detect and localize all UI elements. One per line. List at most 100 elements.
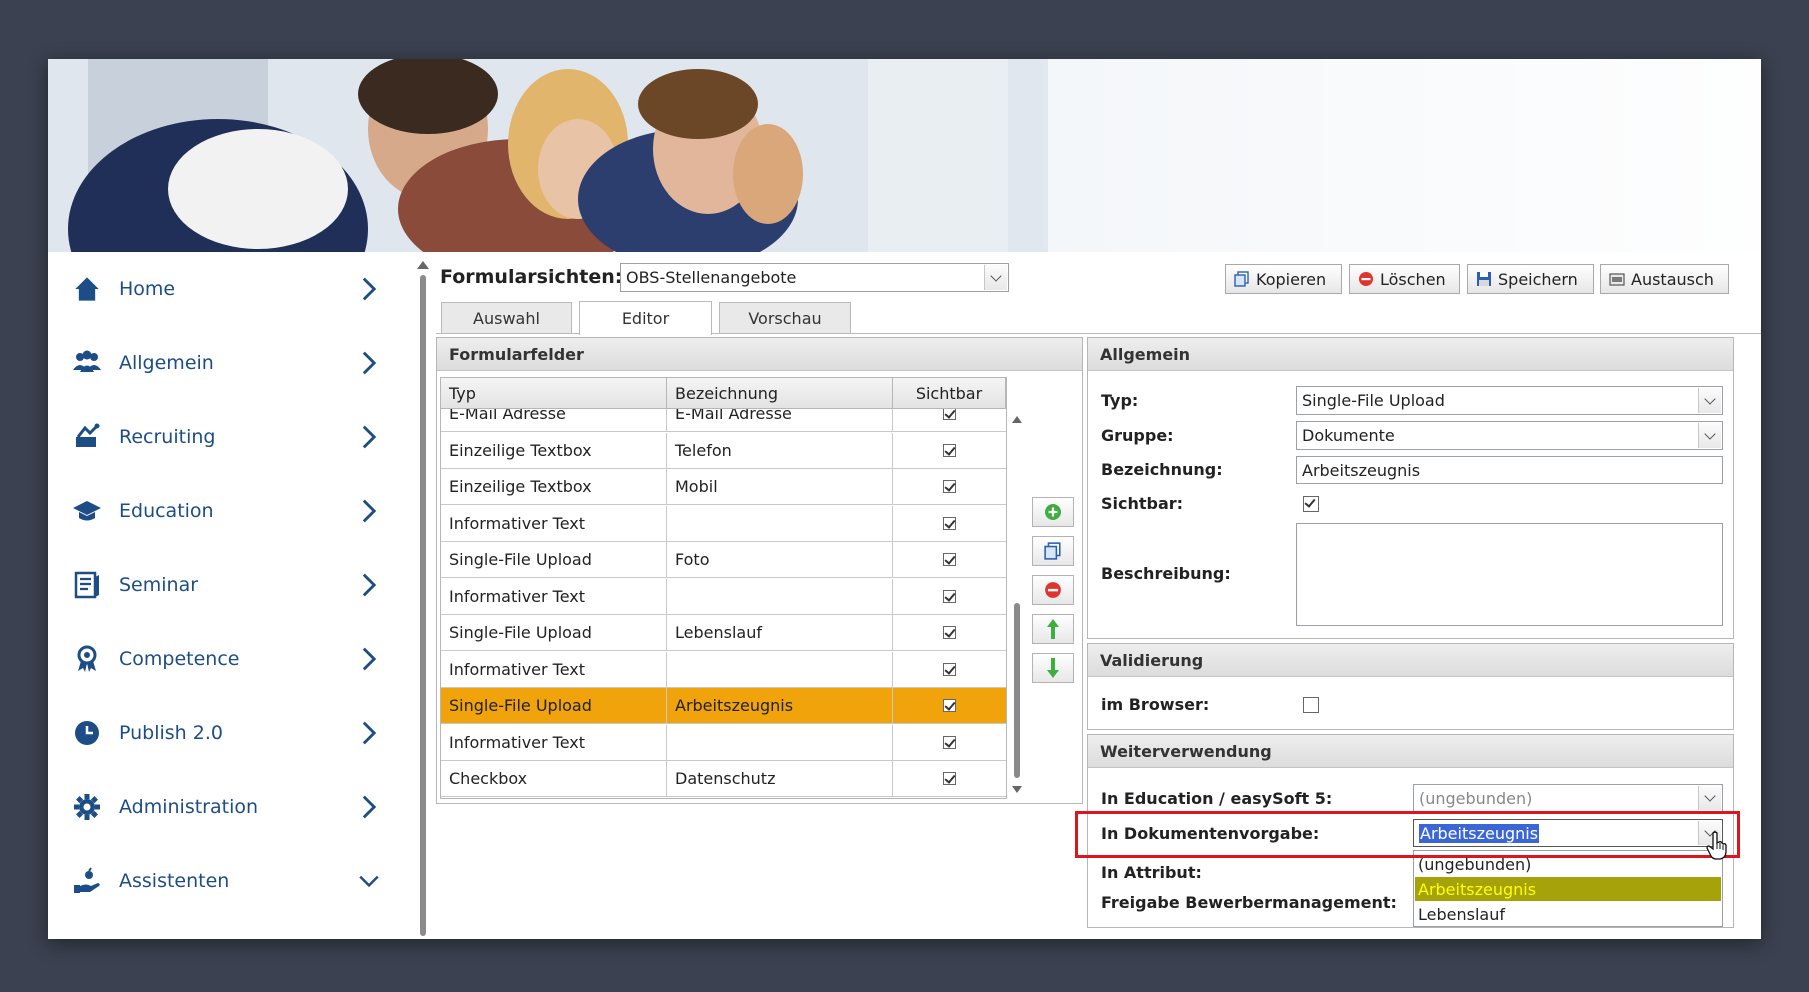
- cell-visible: [893, 688, 1006, 723]
- cell-visible: [893, 542, 1006, 577]
- name-input[interactable]: Arbeitszeugnis: [1296, 456, 1723, 484]
- duplicate-field-button[interactable]: [1032, 536, 1074, 566]
- save-button[interactable]: Speichern: [1467, 264, 1594, 294]
- chevron-down-icon[interactable]: [1698, 786, 1721, 810]
- column-header-visible[interactable]: Sichtbar: [893, 378, 1006, 408]
- visible-checkbox[interactable]: [943, 735, 956, 749]
- sidebar-scrollbar[interactable]: [417, 261, 429, 936]
- sidebar-item-assistenten[interactable]: Assistenten: [48, 844, 388, 918]
- chevron-down-icon[interactable]: [984, 265, 1007, 290]
- recruiting-icon: [72, 422, 102, 452]
- sidebar-item-seminar[interactable]: Seminar: [48, 548, 388, 622]
- name-label: Bezeichnung:: [1101, 460, 1223, 479]
- type-select[interactable]: Single-File Upload: [1296, 386, 1723, 415]
- chevron-down-icon[interactable]: [1698, 388, 1721, 413]
- visible-checkbox[interactable]: [943, 589, 956, 603]
- visible-checkbox[interactable]: [943, 553, 956, 566]
- sidebar-item-home[interactable]: Home: [48, 252, 388, 326]
- tab-auswahl[interactable]: Auswahl: [441, 302, 572, 334]
- form-view-select-value: OBS-Stellenangebote: [626, 268, 797, 287]
- cell-visible: [893, 652, 1006, 687]
- visible-checkbox[interactable]: [943, 443, 956, 457]
- visible-checkbox[interactable]: [943, 516, 956, 530]
- chevron-right-icon: [362, 721, 377, 745]
- cell-name: [667, 578, 893, 614]
- visible-checkbox[interactable]: [943, 480, 956, 493]
- sidebar-item-label: Home: [119, 278, 176, 300]
- exchange-icon: [1609, 271, 1625, 287]
- visible-checkbox[interactable]: [943, 626, 956, 639]
- group-label: Gruppe:: [1101, 426, 1174, 445]
- browser-validation-checkbox[interactable]: [1303, 697, 1319, 713]
- sidebar-item-administration[interactable]: Administration: [48, 770, 388, 844]
- table-row[interactable]: Informativer Text: [441, 724, 1006, 761]
- table-scrollbar[interactable]: [1009, 410, 1025, 798]
- delete-button[interactable]: Löschen: [1349, 264, 1460, 294]
- table-row[interactable]: Single-File Upload Arbeitszeugnis: [441, 688, 1006, 724]
- table-row[interactable]: Informativer Text: [441, 505, 1006, 542]
- visible-checkbox[interactable]: [1303, 496, 1319, 512]
- sidebar-item-label: Seminar: [119, 574, 199, 596]
- table-row[interactable]: Einzeilige Textbox Mobil: [441, 469, 1006, 505]
- education-select[interactable]: (ungebunden): [1413, 784, 1723, 812]
- browser-validation-label: im Browser:: [1101, 695, 1210, 714]
- column-header-type[interactable]: Typ: [441, 378, 667, 408]
- copy-button-label: Kopieren: [1256, 269, 1327, 289]
- document-template-dropdown-list: (ungebunden) Arbeitszeugnis Lebenslauf: [1413, 850, 1723, 927]
- chevron-right-icon: [362, 351, 377, 375]
- add-circle-icon: [1045, 504, 1061, 520]
- move-down-button[interactable]: [1032, 653, 1074, 683]
- sidebar-item-competence[interactable]: Competence: [48, 622, 388, 696]
- visible-checkbox[interactable]: [943, 662, 956, 676]
- scrollbar-thumb[interactable]: [420, 275, 426, 936]
- scrollbar-thumb[interactable]: [1014, 603, 1020, 778]
- form-view-select[interactable]: OBS-Stellenangebote: [620, 263, 1009, 292]
- visible-checkbox[interactable]: [943, 699, 956, 712]
- cell-type: Single-File Upload: [441, 615, 667, 650]
- sidebar-item-publish[interactable]: Publish 2.0: [48, 696, 388, 770]
- reuse-panel-title: Weiterverwendung: [1088, 735, 1733, 768]
- remove-field-button[interactable]: [1032, 575, 1074, 605]
- scroll-up-arrow-icon[interactable]: [1012, 416, 1022, 423]
- dropdown-option-highlighted[interactable]: Arbeitszeugnis: [1415, 877, 1721, 901]
- copy-button[interactable]: Kopieren: [1225, 264, 1342, 294]
- sidebar-item-label: Education: [119, 500, 214, 522]
- sidebar-item-recruiting[interactable]: Recruiting: [48, 400, 388, 474]
- hand-cursor-icon: [1706, 831, 1727, 860]
- description-textarea[interactable]: [1296, 523, 1723, 626]
- general-panel-title: Allgemein: [1088, 338, 1733, 371]
- tab-vorschau[interactable]: Vorschau: [719, 302, 851, 334]
- chevron-down-icon[interactable]: [1698, 423, 1721, 448]
- attribute-label: In Attribut:: [1101, 863, 1202, 882]
- cell-visible: [893, 433, 1006, 468]
- move-up-button[interactable]: [1032, 614, 1074, 644]
- group-select[interactable]: Dokumente: [1296, 421, 1723, 450]
- add-field-button[interactable]: [1032, 497, 1074, 527]
- sidebar-item-label: Allgemein: [119, 352, 214, 374]
- table-row[interactable]: Einzeilige Textbox Telefon: [441, 432, 1006, 469]
- table-row[interactable]: Informativer Text: [441, 578, 1006, 615]
- delete-circle-icon: [1045, 582, 1061, 598]
- visible-checkbox[interactable]: [943, 772, 956, 785]
- table-row[interactable]: Informativer Text: [441, 651, 1006, 688]
- table-row[interactable]: Single-File Upload Lebenslauf: [441, 615, 1006, 651]
- cell-visible: [893, 469, 1006, 504]
- graduation-cap-icon: [72, 496, 102, 526]
- chevron-right-icon: [362, 499, 377, 523]
- sidebar-item-allgemein[interactable]: Allgemein: [48, 326, 388, 400]
- scroll-up-arrow-icon[interactable]: [417, 261, 429, 269]
- dropdown-option[interactable]: Lebenslauf: [1415, 902, 1721, 926]
- table-row[interactable]: Checkbox Datenschutz: [441, 761, 1006, 797]
- table-row[interactable]: Single-File Upload Foto: [441, 542, 1006, 578]
- cell-type: Informativer Text: [441, 724, 667, 760]
- tab-editor[interactable]: Editor: [579, 301, 712, 335]
- column-header-name[interactable]: Bezeichnung: [667, 378, 893, 408]
- education-select-value: (ungebunden): [1419, 788, 1533, 808]
- chevron-right-icon: [362, 573, 377, 597]
- scroll-down-arrow-icon[interactable]: [1012, 786, 1022, 793]
- cell-name: Foto: [667, 542, 893, 577]
- cell-type: Single-File Upload: [441, 688, 667, 723]
- exchange-button[interactable]: Austausch: [1600, 264, 1729, 294]
- sidebar-item-education[interactable]: Education: [48, 474, 388, 548]
- description-label: Beschreibung:: [1101, 564, 1231, 583]
